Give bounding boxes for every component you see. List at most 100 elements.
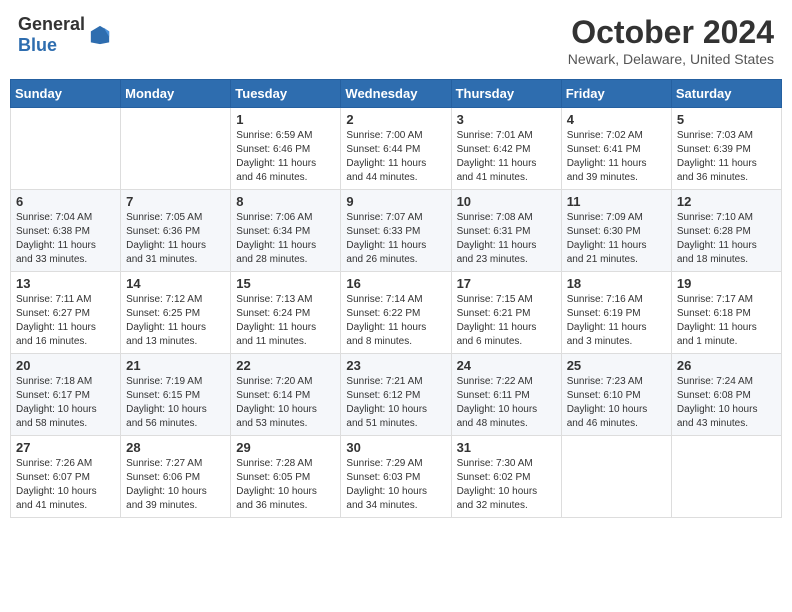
- calendar-cell: 24Sunrise: 7:22 AMSunset: 6:11 PMDayligh…: [451, 354, 561, 436]
- calendar-cell: [671, 436, 781, 518]
- day-info: Sunrise: 7:07 AMSunset: 6:33 PMDaylight:…: [346, 211, 445, 267]
- calendar-cell: [561, 436, 671, 518]
- day-number: 2: [346, 112, 445, 127]
- col-monday: Monday: [121, 80, 231, 108]
- day-number: 27: [16, 440, 115, 455]
- day-info: Sunrise: 7:30 AMSunset: 6:02 PMDaylight:…: [457, 457, 556, 513]
- day-info: Sunrise: 7:05 AMSunset: 6:36 PMDaylight:…: [126, 211, 225, 267]
- calendar-week-row: 27 Sunrise: 7:26 AMSunset: 6:07 PMDayligh…: [11, 436, 782, 518]
- calendar-cell: 11Sunrise: 7:09 AMSunset: 6:30 PMDayligh…: [561, 190, 671, 272]
- day-info: Sunrise: 7:29 AMSunset: 6:03 PMDaylight:…: [346, 457, 445, 513]
- calendar-week-row: 13 Sunrise: 7:11 AMSunset: 6:27 PMDayligh…: [11, 272, 782, 354]
- day-number: 3: [457, 112, 556, 127]
- day-info: Sunrise: 7:06 AMSunset: 6:34 PMDaylight:…: [236, 211, 335, 267]
- day-number: 8: [236, 194, 335, 209]
- calendar-week-row: 1 Sunrise: 6:59 AMSunset: 6:46 PMDaylight…: [11, 108, 782, 190]
- calendar-cell: 22 Sunrise: 7:20 AMSunset: 6:14 PMDayligh…: [231, 354, 341, 436]
- day-info: Sunrise: 7:13 AMSunset: 6:24 PMDaylight:…: [236, 293, 335, 349]
- col-wednesday: Wednesday: [341, 80, 451, 108]
- calendar-cell: 25 Sunrise: 7:23 AMSunset: 6:10 PMDayligh…: [561, 354, 671, 436]
- day-info: Sunrise: 7:27 AMSunset: 6:06 PMDaylight:…: [126, 457, 225, 513]
- day-info: Sunrise: 7:23 AMSunset: 6:10 PMDaylight:…: [567, 375, 666, 431]
- day-info: Sunrise: 7:12 AMSunset: 6:25 PMDaylight:…: [126, 293, 225, 349]
- calendar-cell: 6 Sunrise: 7:04 AMSunset: 6:38 PMDaylight…: [11, 190, 121, 272]
- day-info: Sunrise: 7:00 AMSunset: 6:44 PMDaylight:…: [346, 129, 445, 185]
- day-info: Sunrise: 7:11 AMSunset: 6:27 PMDaylight:…: [16, 293, 115, 349]
- logo-general: General: [18, 14, 85, 34]
- page-header: General Blue October 2024 Newark, Delawa…: [10, 10, 782, 71]
- title-area: October 2024 Newark, Delaware, United St…: [568, 14, 774, 67]
- day-info: Sunrise: 7:08 AMSunset: 6:31 PMDaylight:…: [457, 211, 556, 267]
- day-number: 31: [457, 440, 556, 455]
- day-number: 30: [346, 440, 445, 455]
- day-number: 22: [236, 358, 335, 373]
- day-info: Sunrise: 7:28 AMSunset: 6:05 PMDaylight:…: [236, 457, 335, 513]
- day-info: Sunrise: 7:22 AMSunset: 6:11 PMDaylight:…: [457, 375, 556, 431]
- day-number: 17: [457, 276, 556, 291]
- day-number: 6: [16, 194, 115, 209]
- calendar-cell: 17Sunrise: 7:15 AMSunset: 6:21 PMDayligh…: [451, 272, 561, 354]
- calendar-cell: 2 Sunrise: 7:00 AMSunset: 6:44 PMDaylight…: [341, 108, 451, 190]
- col-thursday: Thursday: [451, 80, 561, 108]
- day-number: 12: [677, 194, 776, 209]
- calendar-cell: 27 Sunrise: 7:26 AMSunset: 6:07 PMDayligh…: [11, 436, 121, 518]
- day-info: Sunrise: 7:10 AMSunset: 6:28 PMDaylight:…: [677, 211, 776, 267]
- day-number: 21: [126, 358, 225, 373]
- calendar-cell: 31 Sunrise: 7:30 AMSunset: 6:02 PMDayligh…: [451, 436, 561, 518]
- calendar-cell: 18 Sunrise: 7:16 AMSunset: 6:19 PMDayligh…: [561, 272, 671, 354]
- calendar-cell: 26Sunrise: 7:24 AMSunset: 6:08 PMDayligh…: [671, 354, 781, 436]
- calendar-week-row: 6 Sunrise: 7:04 AMSunset: 6:38 PMDaylight…: [11, 190, 782, 272]
- location-title: Newark, Delaware, United States: [568, 51, 774, 67]
- calendar-cell: 14Sunrise: 7:12 AMSunset: 6:25 PMDayligh…: [121, 272, 231, 354]
- calendar-cell: 7Sunrise: 7:05 AMSunset: 6:36 PMDaylight…: [121, 190, 231, 272]
- day-number: 10: [457, 194, 556, 209]
- day-number: 28: [126, 440, 225, 455]
- day-info: Sunrise: 7:01 AMSunset: 6:42 PMDaylight:…: [457, 129, 556, 185]
- day-info: Sunrise: 7:02 AMSunset: 6:41 PMDaylight:…: [567, 129, 666, 185]
- day-number: 9: [346, 194, 445, 209]
- calendar-cell: 23Sunrise: 7:21 AMSunset: 6:12 PMDayligh…: [341, 354, 451, 436]
- day-info: Sunrise: 7:20 AMSunset: 6:14 PMDaylight:…: [236, 375, 335, 431]
- day-number: 4: [567, 112, 666, 127]
- calendar-cell: 28 Sunrise: 7:27 AMSunset: 6:06 PMDayligh…: [121, 436, 231, 518]
- col-sunday: Sunday: [11, 80, 121, 108]
- calendar-cell: 13 Sunrise: 7:11 AMSunset: 6:27 PMDayligh…: [11, 272, 121, 354]
- calendar-week-row: 20 Sunrise: 7:18 AMSunset: 6:17 PMDayligh…: [11, 354, 782, 436]
- day-number: 29: [236, 440, 335, 455]
- calendar-cell: [11, 108, 121, 190]
- calendar-cell: 12 Sunrise: 7:10 AMSunset: 6:28 PMDayligh…: [671, 190, 781, 272]
- day-info: Sunrise: 7:03 AMSunset: 6:39 PMDaylight:…: [677, 129, 776, 185]
- calendar-cell: 20 Sunrise: 7:18 AMSunset: 6:17 PMDayligh…: [11, 354, 121, 436]
- calendar-cell: 5 Sunrise: 7:03 AMSunset: 6:39 PMDaylight…: [671, 108, 781, 190]
- day-number: 1: [236, 112, 335, 127]
- calendar-cell: 9 Sunrise: 7:07 AMSunset: 6:33 PMDaylight…: [341, 190, 451, 272]
- day-info: Sunrise: 7:04 AMSunset: 6:38 PMDaylight:…: [16, 211, 115, 267]
- day-number: 19: [677, 276, 776, 291]
- calendar-cell: 30 Sunrise: 7:29 AMSunset: 6:03 PMDayligh…: [341, 436, 451, 518]
- day-info: Sunrise: 7:17 AMSunset: 6:18 PMDaylight:…: [677, 293, 776, 349]
- day-number: 13: [16, 276, 115, 291]
- logo-icon: [89, 24, 111, 46]
- calendar-cell: 3 Sunrise: 7:01 AMSunset: 6:42 PMDaylight…: [451, 108, 561, 190]
- calendar-cell: [121, 108, 231, 190]
- day-number: 5: [677, 112, 776, 127]
- day-number: 15: [236, 276, 335, 291]
- day-info: Sunrise: 7:16 AMSunset: 6:19 PMDaylight:…: [567, 293, 666, 349]
- day-info: Sunrise: 6:59 AMSunset: 6:46 PMDaylight:…: [236, 129, 335, 185]
- day-info: Sunrise: 7:19 AMSunset: 6:15 PMDaylight:…: [126, 375, 225, 431]
- day-info: Sunrise: 7:14 AMSunset: 6:22 PMDaylight:…: [346, 293, 445, 349]
- day-number: 23: [346, 358, 445, 373]
- day-number: 26: [677, 358, 776, 373]
- day-info: Sunrise: 7:18 AMSunset: 6:17 PMDaylight:…: [16, 375, 115, 431]
- calendar-table: Sunday Monday Tuesday Wednesday Thursday…: [10, 79, 782, 518]
- day-number: 25: [567, 358, 666, 373]
- calendar-cell: 4 Sunrise: 7:02 AMSunset: 6:41 PMDaylight…: [561, 108, 671, 190]
- col-tuesday: Tuesday: [231, 80, 341, 108]
- day-info: Sunrise: 7:26 AMSunset: 6:07 PMDaylight:…: [16, 457, 115, 513]
- day-number: 18: [567, 276, 666, 291]
- day-number: 11: [567, 194, 666, 209]
- calendar-cell: 15 Sunrise: 7:13 AMSunset: 6:24 PMDayligh…: [231, 272, 341, 354]
- day-number: 20: [16, 358, 115, 373]
- col-friday: Friday: [561, 80, 671, 108]
- calendar-cell: 8 Sunrise: 7:06 AMSunset: 6:34 PMDaylight…: [231, 190, 341, 272]
